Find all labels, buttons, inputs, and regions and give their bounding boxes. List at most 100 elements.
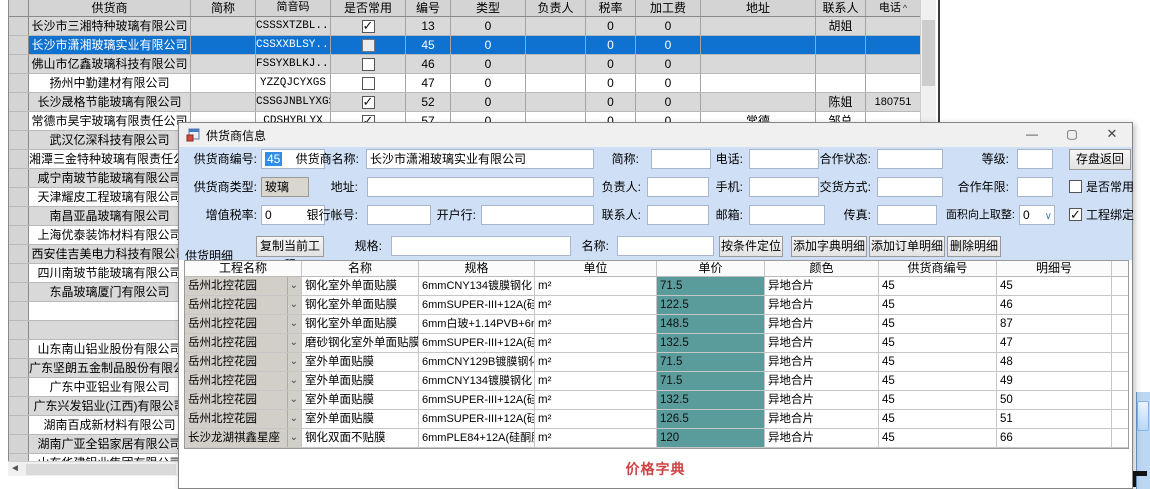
table-row[interactable]: 长沙晟格节能玻璃有限公司 CSSGJNBLYXGS 52 0 0 0 陈姐 18… [9,93,920,112]
often-used-checkbox[interactable]: 是否常用 [1069,177,1134,197]
coop-status-input[interactable] [877,149,943,169]
name-cell[interactable]: 钢化室外单面贴膜 [302,315,419,333]
price-cell[interactable]: 148.5 [657,315,765,333]
supplier-no-cell[interactable]: 45 [879,391,997,409]
column-header-price[interactable]: 单价 [657,261,765,276]
column-header-number[interactable]: 编号 [406,0,451,16]
name-filter-input[interactable] [617,236,714,256]
column-header-code[interactable]: 简音码 [256,0,331,16]
unit-cell[interactable]: m² [535,277,657,295]
price-cell[interactable]: 132.5 [657,391,765,409]
column-header-detail-no[interactable]: 明细号 [997,261,1112,276]
minimize-button[interactable]: — [1012,123,1052,147]
grade-input[interactable] [1017,149,1053,169]
spec-cell[interactable]: 6mm白玻+1.14PVB+6mm... [419,315,535,333]
column-header-spec[interactable]: 规格 [419,261,535,276]
delivery-input[interactable] [877,177,943,197]
column-header-supplier[interactable]: 供货商 [29,0,191,16]
spec-cell[interactable]: 6mmCNY134镀膜钢化 [419,372,535,390]
coop-years-input[interactable] [1017,177,1053,197]
mobile-input[interactable] [749,177,819,197]
supplier-no-cell[interactable]: 45 [879,334,997,352]
table-row[interactable]: 岳州北控花园⌄ 磨砂钢化室外单面贴膜 6mmSUPER-III+12A(硅...… [185,334,1128,353]
unit-cell[interactable]: m² [535,372,657,390]
table-row[interactable]: 岳州北控花园⌄ 钢化室外单面贴膜 6mm白玻+1.14PVB+6mm... m²… [185,315,1128,334]
fax-input[interactable] [877,205,937,225]
table-row[interactable]: 岳州北控花园⌄ 室外单面贴膜 6mmSUPER-III+12A(硅... m² … [185,391,1128,410]
delete-detail-button[interactable]: 删除明细 [947,236,1001,257]
spec-cell[interactable]: 6mmPLE84+12A(硅酮胶... [419,429,535,447]
column-header-common[interactable]: 是否常用 [331,0,406,16]
project-combobox[interactable]: 岳州北控花园⌄ [185,296,302,314]
table-row[interactable]: 佛山市亿鑫玻璃科技有限公司 FSSYXBLKJ... 46 0 0 0 [9,55,920,74]
column-header-fee[interactable]: 加工费 [636,0,701,16]
project-combobox[interactable]: 岳州北控花园⌄ [185,315,302,333]
detail-no-cell[interactable]: 66 [997,429,1112,447]
table-row[interactable]: 长沙市三湘特种玻璃有限公司 CSSSXTZBL... 13 0 0 0 胡姐 [9,17,920,36]
project-combobox[interactable]: 长沙龙湖祺鑫星座⌄ [185,429,302,447]
project-combobox[interactable]: 岳州北控花园⌄ [185,277,302,295]
close-button[interactable]: ✕ [1092,123,1132,147]
table-row[interactable]: 长沙市潇湘玻璃实业有限公司 CSSXXBLSY... 45 0 0 0 [9,36,920,55]
scrollbar-thumb[interactable] [922,20,935,86]
supplier-no-cell[interactable]: 45 [879,353,997,371]
common-checkbox[interactable] [362,39,375,52]
column-header-project[interactable]: 工程名称 [185,261,302,276]
project-combobox[interactable]: 岳州北控花园⌄ [185,391,302,409]
project-combobox[interactable]: 岳州北控花园⌄ [185,353,302,371]
common-checkbox[interactable] [362,77,375,90]
bank-branch-input[interactable] [481,205,594,225]
color-cell[interactable]: 异地合片 [765,410,879,428]
color-cell[interactable]: 异地合片 [765,391,879,409]
unit-cell[interactable]: m² [535,391,657,409]
supplier-type-input[interactable]: 玻璃 [261,177,309,197]
table-row[interactable]: 岳州北控花园⌄ 钢化室外单面贴膜 6mmSUPER-III+12A(硅... m… [185,296,1128,315]
project-combobox[interactable]: 岳州北控花园⌄ [185,372,302,390]
detail-no-cell[interactable]: 46 [997,296,1112,314]
dialog-titlebar[interactable]: 供货商信息 — ▢ ✕ [179,123,1132,147]
save-return-button[interactable]: 存盘返回 [1069,149,1131,170]
price-cell[interactable]: 71.5 [657,277,765,295]
price-cell[interactable]: 71.5 [657,372,765,390]
name-cell[interactable]: 磨砂钢化室外单面贴膜 [302,334,419,352]
unit-cell[interactable]: m² [535,353,657,371]
spec-cell[interactable]: 6mmSUPER-III+12A(硅... [419,334,535,352]
column-header-unit[interactable]: 单位 [535,261,657,276]
name-cell[interactable]: 室外单面贴膜 [302,410,419,428]
color-cell[interactable]: 异地合片 [765,429,879,447]
price-cell[interactable]: 120 [657,429,765,447]
price-cell[interactable]: 122.5 [657,296,765,314]
detail-no-cell[interactable]: 51 [997,410,1112,428]
supplier-no-cell[interactable]: 45 [879,372,997,390]
supplier-no-cell[interactable]: 45 [879,296,997,314]
unit-cell[interactable]: m² [535,429,657,447]
add-order-detail-button[interactable]: 添加订单明细 [869,236,945,257]
column-header-color[interactable]: 颜色 [765,261,879,276]
table-row[interactable]: 岳州北控花园⌄ 室外单面贴膜 6mmSUPER-III+12A(硅... m² … [185,410,1128,429]
column-header-address[interactable]: 地址 [701,0,816,16]
column-header-phone[interactable]: 电话^ [866,0,921,16]
spec-cell[interactable]: 6mmSUPER-III+12A(硅... [419,296,535,314]
detail-no-cell[interactable]: 48 [997,353,1112,371]
price-cell[interactable]: 71.5 [657,353,765,371]
table-row[interactable]: 扬州中勤建材有限公司 YZZQJCYXGS 47 0 0 0 [9,74,920,93]
detail-no-cell[interactable]: 45 [997,277,1112,295]
unit-cell[interactable]: m² [535,334,657,352]
supplier-name-input[interactable]: 长沙市潇湘玻璃实业有限公司 [366,149,594,169]
project-combobox[interactable]: 岳州北控花园⌄ [185,334,302,352]
color-cell[interactable]: 异地合片 [765,353,879,371]
name-cell[interactable]: 钢化室外单面贴膜 [302,277,419,295]
column-header-manager[interactable]: 负责人 [526,0,586,16]
table-row[interactable]: 长沙龙湖祺鑫星座⌄ 钢化双面不贴膜 6mmPLE84+12A(硅酮胶... m²… [185,429,1128,448]
supplier-no-cell[interactable]: 45 [879,277,997,295]
unit-cell[interactable]: m² [535,296,657,314]
spec-cell[interactable]: 6mmCNY134镀膜钢化 [419,277,535,295]
project-bind-checkbox[interactable]: 工程绑定 [1069,205,1134,225]
scrollbar-thumb[interactable] [26,464,176,475]
common-checkbox[interactable] [362,20,375,33]
column-header-shortname[interactable]: 简称 [191,0,256,16]
column-header-type[interactable]: 类型 [451,0,526,16]
unit-cell[interactable]: m² [535,315,657,333]
name-cell[interactable]: 钢化室外单面贴膜 [302,296,419,314]
bank-account-input[interactable] [367,205,431,225]
